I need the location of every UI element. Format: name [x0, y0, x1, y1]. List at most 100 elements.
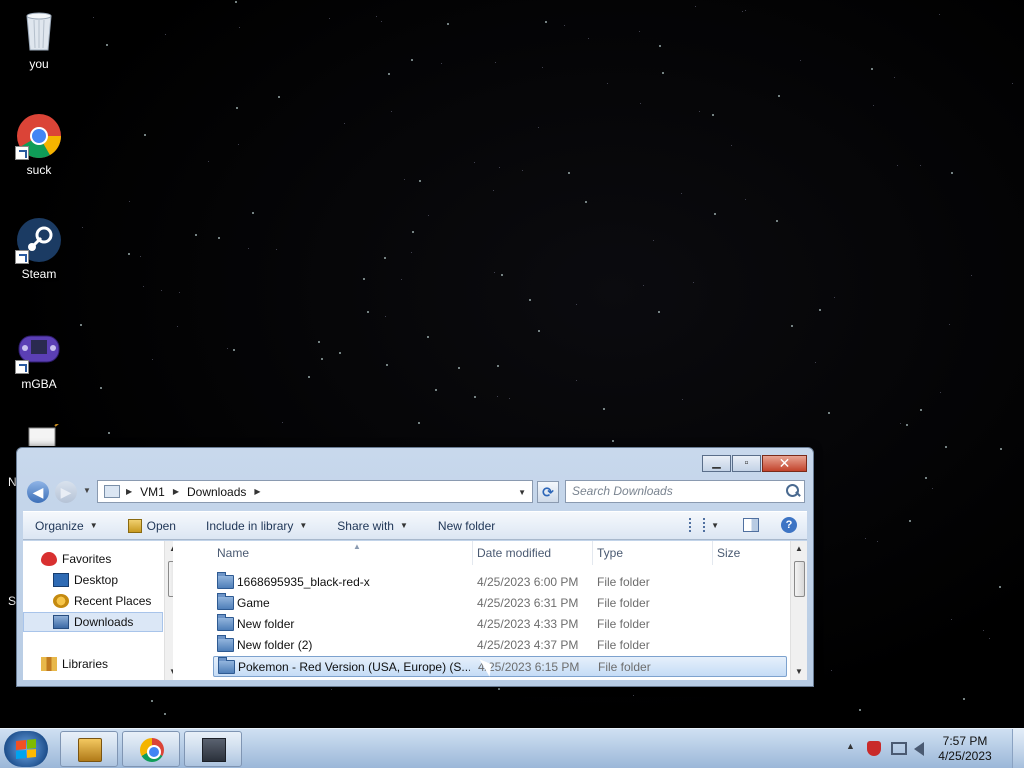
desktop-icon-notepad[interactable]	[4, 424, 74, 449]
toolbar-right-group: ▼ ?	[689, 517, 797, 533]
nav-item-favorites[interactable]: Favorites	[23, 549, 163, 569]
caption-buttons: ▁ ▫ ✕	[702, 455, 807, 472]
column-header-date-modified[interactable]: Date modified	[473, 541, 593, 565]
file-row[interactable]: New folder 4/25/2023 4:33 PM File folder	[213, 614, 787, 635]
star	[909, 519, 912, 522]
star	[899, 422, 901, 424]
scroll-thumb[interactable]	[168, 561, 173, 597]
minimize-button[interactable]: ▁	[702, 455, 731, 472]
forward-button[interactable]: ▶	[55, 481, 77, 503]
maximize-button[interactable]: ▫	[732, 455, 761, 472]
address-bar[interactable]: ▶ VM1 ▶ Downloads ▶ ▼	[97, 480, 533, 503]
star	[962, 698, 965, 701]
star	[227, 347, 229, 349]
column-header-type[interactable]: Type	[593, 541, 713, 565]
star	[680, 192, 682, 194]
security-shield-icon[interactable]	[867, 741, 881, 756]
star	[236, 106, 239, 109]
share-with-button[interactable]: Share with ▼	[337, 519, 408, 533]
folder-icon	[217, 572, 234, 589]
nav-item-downloads[interactable]: Downloads	[23, 612, 163, 632]
column-header-size[interactable]: Size	[713, 541, 793, 565]
star	[834, 296, 836, 298]
scroll-up-icon[interactable]: ▲	[791, 541, 807, 557]
views-dropdown-icon[interactable]: ▼	[711, 521, 719, 530]
volume-icon[interactable]	[914, 742, 924, 756]
nav-item-label: Desktop	[74, 573, 119, 587]
taskbar-app-explorer[interactable]	[60, 731, 118, 767]
star	[932, 488, 934, 490]
breadcrumb-vm1[interactable]: VM1	[140, 485, 165, 499]
search-icon[interactable]	[784, 483, 802, 501]
nav-item-libraries[interactable]: Libraries	[23, 654, 163, 674]
close-button[interactable]: ✕	[762, 455, 807, 472]
show-hidden-icons-icon[interactable]: ▲	[846, 741, 855, 751]
star	[276, 248, 278, 250]
new-folder-label: New folder	[437, 518, 496, 533]
breadcrumb-separator-icon[interactable]: ▶	[126, 487, 132, 496]
chrome-icon	[140, 738, 164, 762]
taskbar-app-remote-desktop[interactable]	[184, 731, 242, 767]
nav-pane-scrollbar[interactable]: ▲ ▼	[164, 541, 173, 680]
file-row[interactable]: Pokemon - Red Version (USA, Europe) (S..…	[213, 656, 787, 677]
scroll-thumb[interactable]	[794, 561, 805, 597]
back-button[interactable]: ◀	[27, 481, 49, 503]
desktop-icon-steam[interactable]: Steam	[4, 216, 74, 281]
desktop-icon-recycle-bin[interactable]: you	[4, 6, 74, 71]
file-row[interactable]: Game 4/25/2023 6:31 PM File folder	[213, 593, 787, 614]
show-desktop-button[interactable]	[1012, 729, 1024, 768]
star	[949, 323, 951, 325]
scroll-down-icon[interactable]: ▼	[165, 664, 173, 680]
shortcut-arrow-icon	[15, 146, 29, 160]
start-button[interactable]	[4, 731, 48, 767]
close-icon: ✕	[778, 455, 791, 471]
star	[474, 161, 476, 163]
file-row[interactable]: New folder (2) 4/25/2023 4:37 PM File fold…	[213, 635, 787, 656]
taskbar: ▲ 7:57 PM 4/25/2023	[0, 728, 1024, 768]
star	[99, 386, 102, 389]
desktop-icon-mgba[interactable]: mGBA	[4, 326, 74, 391]
desktop-icon-chrome[interactable]: suck	[4, 112, 74, 177]
star	[343, 122, 345, 124]
star	[603, 408, 606, 411]
nav-item-desktop[interactable]: Desktop	[23, 570, 163, 590]
help-icon[interactable]: ?	[781, 517, 797, 533]
scroll-up-icon[interactable]: ▲	[165, 541, 173, 557]
search-input[interactable]: Search Downloads	[565, 480, 805, 503]
refresh-button[interactable]: ⟳	[537, 481, 559, 503]
star	[428, 215, 430, 217]
breadcrumb-separator-icon[interactable]: ▶	[254, 487, 260, 496]
scroll-down-icon[interactable]: ▼	[791, 664, 807, 680]
star	[366, 311, 369, 314]
star	[330, 688, 332, 690]
preview-pane-icon[interactable]	[743, 518, 759, 532]
column-header-name[interactable]: Name ▲	[213, 541, 473, 565]
star	[920, 409, 923, 412]
change-view-icon[interactable]	[689, 518, 706, 532]
star	[411, 58, 414, 61]
star	[897, 165, 899, 167]
star	[983, 629, 985, 631]
file-name: New folder	[237, 617, 295, 631]
file-name: Pokemon - Red Version (USA, Europe) (S..…	[238, 660, 470, 674]
network-icon[interactable]	[891, 742, 907, 755]
nav-item-recent-places[interactable]: Recent Places	[23, 591, 163, 611]
breadcrumb-separator-icon[interactable]: ▶	[173, 487, 179, 496]
organize-button[interactable]: Organize ▼	[35, 519, 98, 533]
address-dropdown-icon[interactable]: ▼	[518, 488, 526, 497]
include-in-library-button[interactable]: Include in library ▼	[206, 519, 307, 533]
open-button[interactable]: Open	[127, 518, 176, 533]
clock[interactable]: 7:57 PM 4/25/2023	[930, 734, 1000, 764]
taskbar-app-chrome[interactable]	[122, 731, 180, 767]
star	[576, 303, 578, 305]
star	[80, 324, 83, 327]
refresh-icon: ⟳	[542, 484, 554, 500]
file-row[interactable]: 1668695935_black-red-x 4/25/2023 6:00 PM F…	[213, 572, 787, 593]
new-folder-button[interactable]: New folder	[438, 519, 495, 533]
file-list-scrollbar[interactable]: ▲ ▼	[790, 541, 807, 680]
star	[745, 198, 747, 200]
star	[563, 25, 565, 27]
breadcrumb-downloads[interactable]: Downloads	[187, 485, 246, 499]
star	[778, 94, 781, 97]
recent-pages-dropdown[interactable]: ▼	[83, 486, 91, 495]
